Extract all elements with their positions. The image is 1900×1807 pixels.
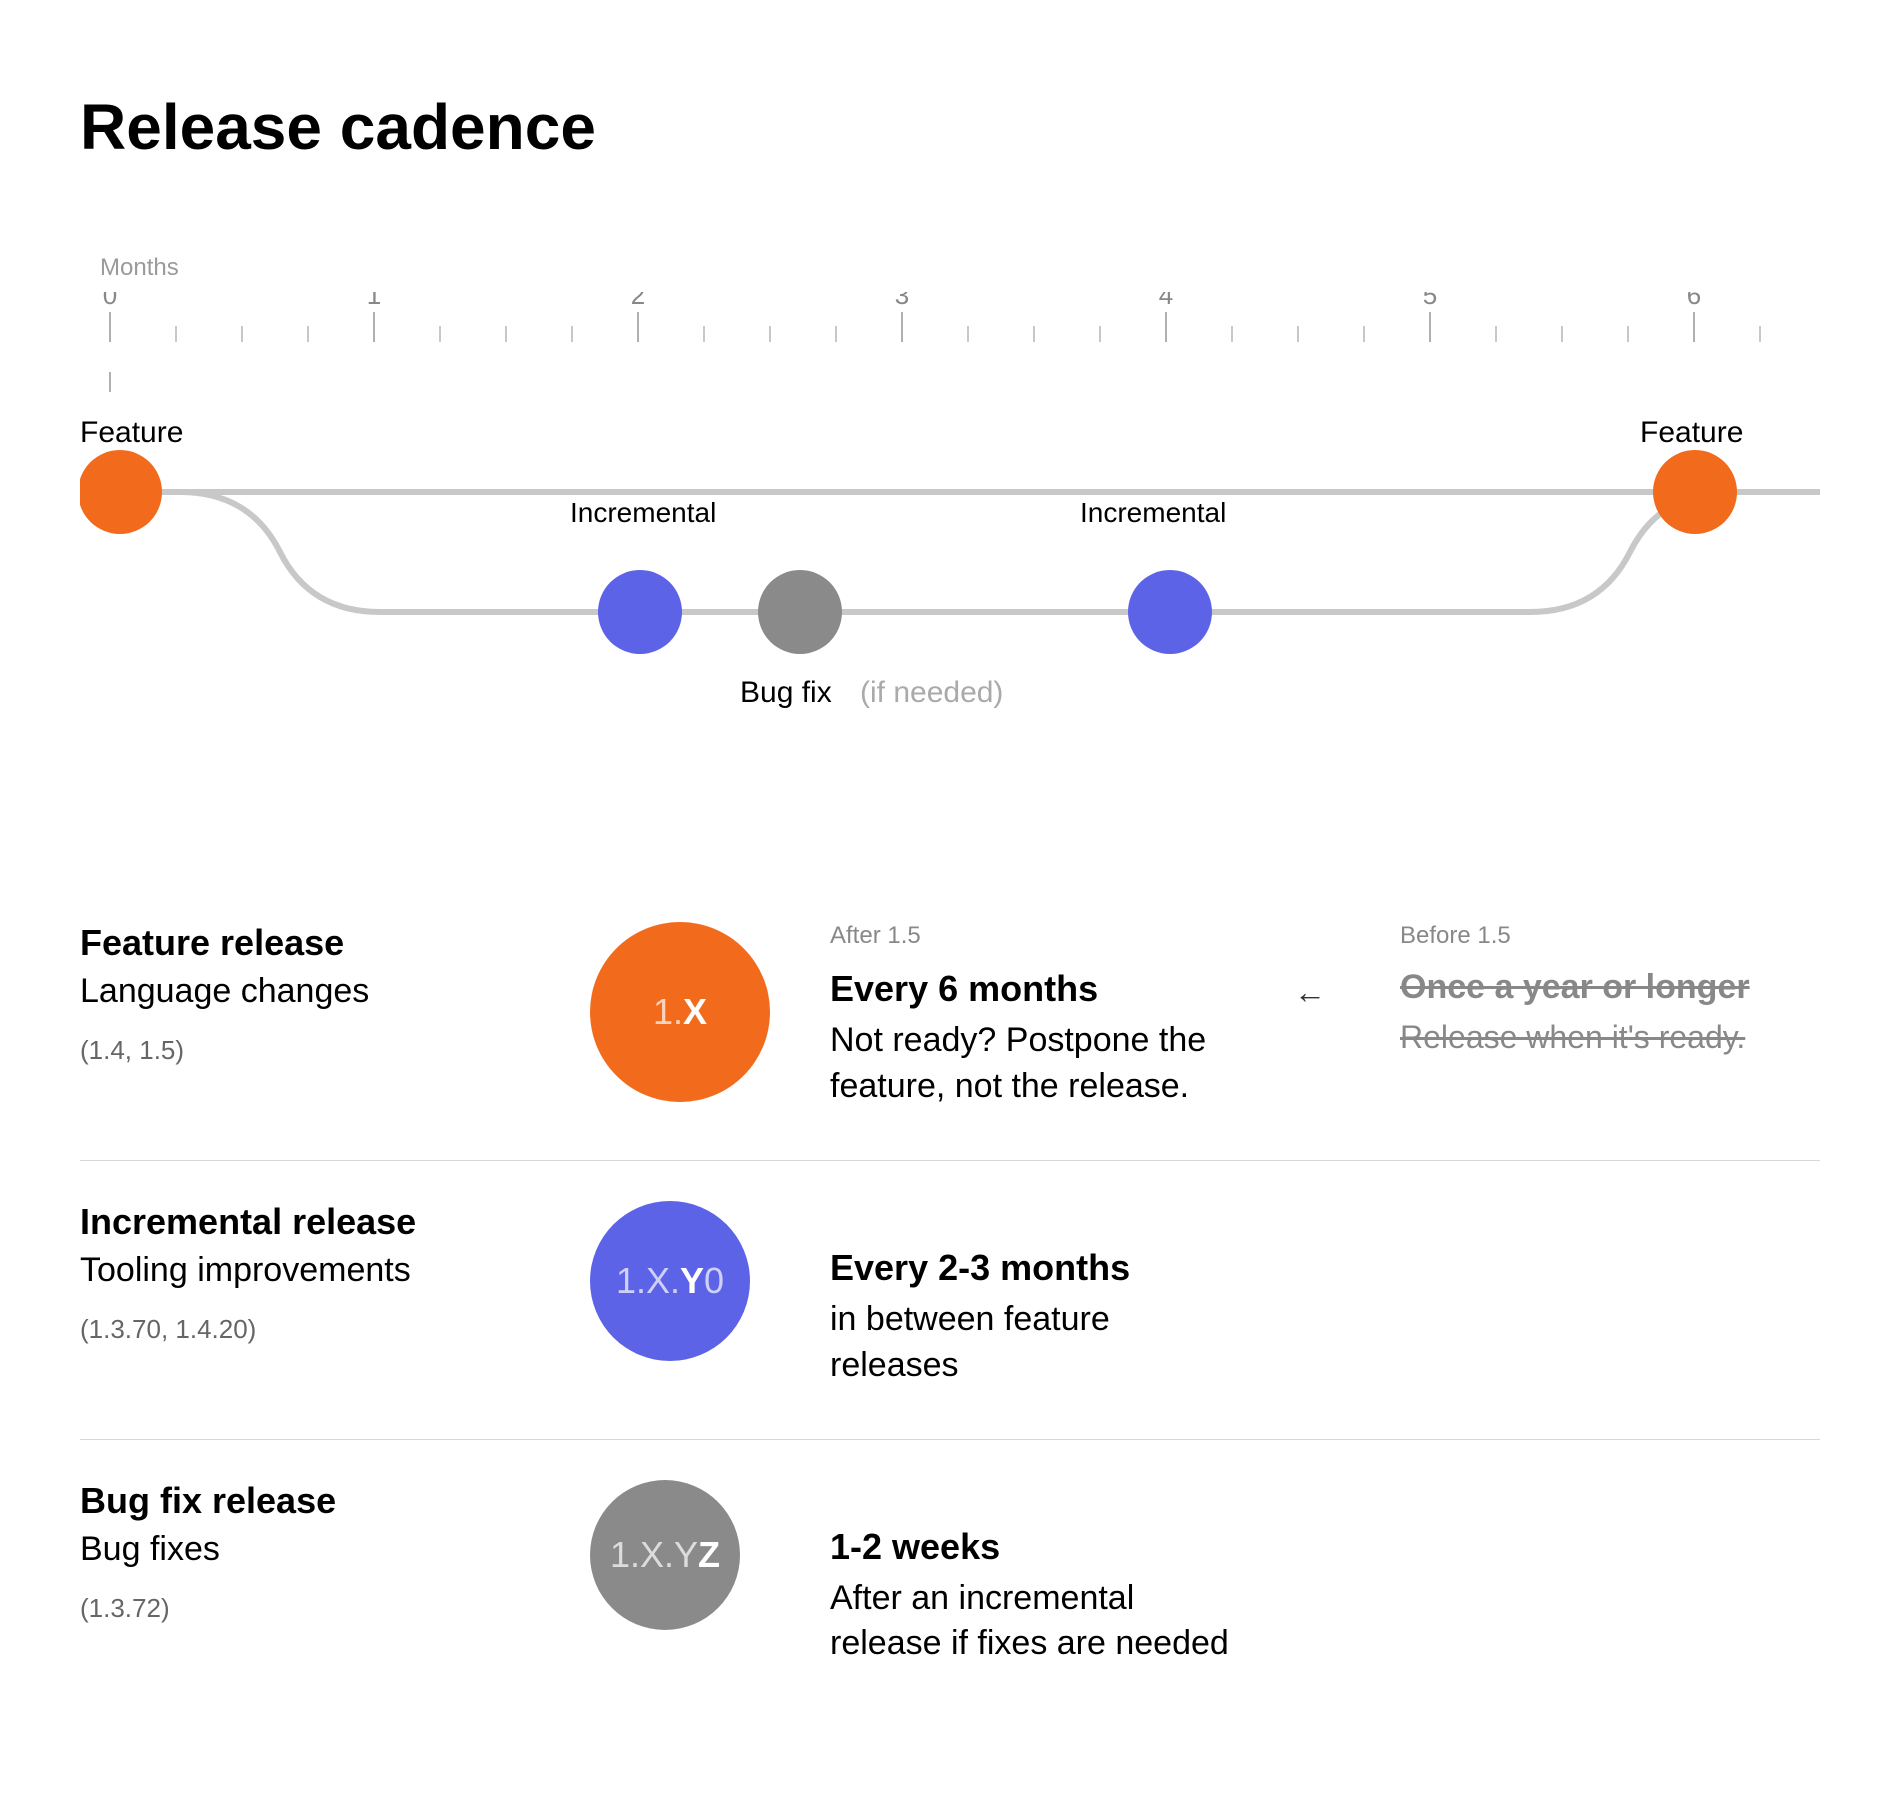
- feature-desc-body: Not ready? Postpone the feature, not the…: [830, 1018, 1240, 1110]
- timeline-svg: 0 1 2 3 4 5 6 Feature Feature Incrementa…: [80, 292, 1820, 722]
- feature-dot-left: [80, 450, 162, 534]
- bugfix-label: Bug fix: [740, 676, 832, 709]
- bugfix-badge: 1.X.YZ: [590, 1480, 740, 1630]
- feature-dot-right: [1653, 450, 1737, 534]
- feature-title: Feature release: [80, 922, 550, 964]
- timeline: Months: [80, 254, 1820, 722]
- bugfix-note: (if needed): [860, 676, 1003, 709]
- row-incremental: Incremental release Tooling improvements…: [80, 1161, 1820, 1440]
- before-title: Once a year or longer: [1400, 968, 1820, 1007]
- before-body: Release when it's ready.: [1400, 1015, 1820, 1060]
- page-title: Release cadence: [80, 90, 1820, 164]
- after-label: After 1.5: [830, 922, 1240, 950]
- incremental-dot-2: [1128, 570, 1212, 654]
- feature-sub: Language changes: [80, 972, 550, 1011]
- bugfix-dot: [758, 570, 842, 654]
- feature-label-right: Feature: [1640, 416, 1743, 449]
- bugfix-title: Bug fix release: [80, 1480, 550, 1522]
- tick-2: 2: [631, 292, 645, 310]
- tick-3: 3: [895, 292, 909, 310]
- row-feature: Feature release Language changes (1.4, 1…: [80, 882, 1820, 1161]
- bugfix-desc-body: After an incremental release if fixes ar…: [830, 1576, 1240, 1668]
- row-bugfix: Bug fix release Bug fixes (1.3.72) 1.X.Y…: [80, 1440, 1820, 1718]
- tick-5: 5: [1423, 292, 1437, 310]
- incremental-badge: 1.X.Y0: [590, 1201, 750, 1361]
- incremental-dot-1: [598, 570, 682, 654]
- bugfix-desc-title: 1-2 weeks: [830, 1526, 1240, 1568]
- bugfix-sub: Bug fixes: [80, 1530, 550, 1569]
- feature-badge: 1.X: [590, 922, 770, 1102]
- incremental-desc-body: in between feature releases: [830, 1297, 1240, 1389]
- incremental-label-2: Incremental: [1080, 497, 1226, 528]
- bugfix-examples: (1.3.72): [80, 1593, 550, 1624]
- tick-4: 4: [1159, 292, 1173, 310]
- feature-desc-title: Every 6 months: [830, 968, 1240, 1010]
- tick-6: 6: [1687, 292, 1701, 310]
- before-label: Before 1.5: [1400, 922, 1820, 950]
- rows: Feature release Language changes (1.4, 1…: [80, 882, 1820, 1717]
- feature-label-left: Feature: [80, 416, 183, 449]
- incremental-examples: (1.3.70, 1.4.20): [80, 1314, 550, 1345]
- incremental-sub: Tooling improvements: [80, 1251, 550, 1290]
- incremental-title: Incremental release: [80, 1201, 550, 1243]
- tick-1: 1: [367, 292, 381, 310]
- tick-0: 0: [103, 292, 117, 310]
- axis-label: Months: [100, 254, 1820, 282]
- incremental-desc-title: Every 2-3 months: [830, 1247, 1240, 1289]
- arrow-left-icon: ←: [1280, 922, 1340, 1011]
- incremental-label-1: Incremental: [570, 497, 716, 528]
- feature-examples: (1.4, 1.5): [80, 1035, 550, 1066]
